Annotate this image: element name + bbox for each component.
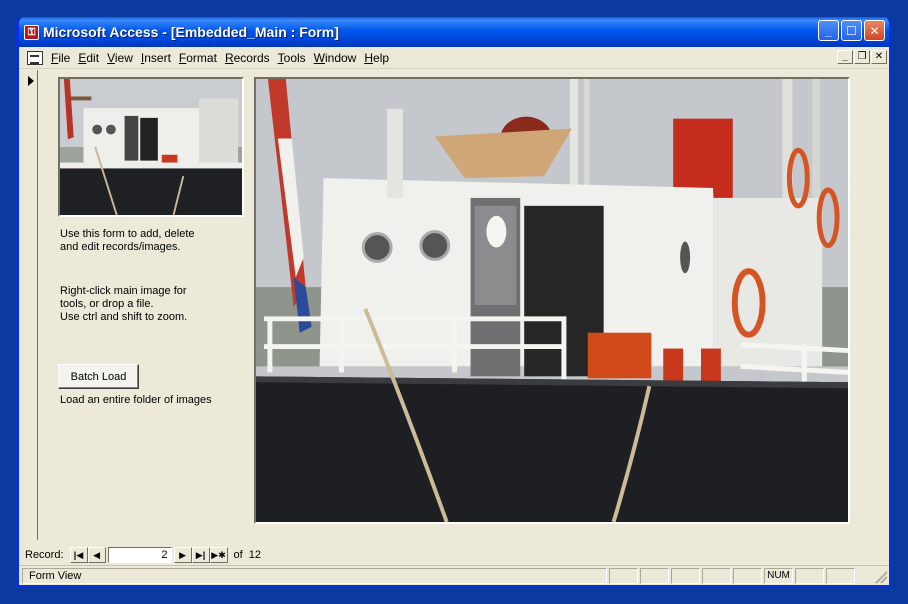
maximize-icon: ☐: [846, 23, 857, 38]
record-navigation-bar: Record: |◀ ◀ 2 ▶ ▶| ▶✱ of 12: [25, 546, 261, 564]
previous-record-icon: ◀: [93, 549, 100, 560]
close-button[interactable]: ✕: [864, 20, 885, 41]
instructions-edit: Use this form to add, delete and edit re…: [60, 228, 195, 253]
resize-grip-icon[interactable]: [875, 571, 887, 583]
window-title: Microsoft Access - [Embedded_Main : Form…: [43, 24, 339, 40]
status-cell-8: [826, 567, 855, 584]
first-record-button[interactable]: |◀: [69, 547, 88, 563]
last-record-button[interactable]: ▶|: [191, 547, 210, 563]
mdi-close-button[interactable]: ✕: [871, 50, 887, 64]
record-selector[interactable]: [19, 70, 38, 540]
thumbnail-image[interactable]: [58, 77, 244, 217]
ship-thumbnail-picture: [60, 79, 242, 215]
menu-tools[interactable]: Tools: [274, 51, 310, 65]
menu-bar: File Edit View Insert Format Records Too…: [19, 47, 889, 69]
current-record-arrow-icon: [28, 76, 34, 86]
status-cell-7: [795, 567, 824, 584]
of-label: of: [233, 549, 243, 561]
minimize-button[interactable]: _: [818, 20, 839, 41]
menu-window[interactable]: Window: [310, 51, 361, 65]
mdi-minimize-button[interactable]: _: [837, 50, 853, 64]
new-record-button[interactable]: ▶✱: [209, 547, 228, 563]
num-lock-indicator: NUM: [764, 567, 793, 584]
access-key-icon[interactable]: ⚿: [24, 24, 39, 40]
record-label: Record:: [25, 549, 64, 561]
close-icon: ✕: [869, 23, 880, 38]
menu-help[interactable]: Help: [360, 51, 393, 65]
previous-record-button[interactable]: ◀: [87, 547, 106, 563]
total-records: 12: [248, 549, 261, 561]
last-record-icon: ▶|: [195, 549, 206, 560]
status-cell-1: [609, 567, 638, 584]
batch-load-description: Load an entire folder of images: [60, 394, 212, 406]
status-cell-2: [640, 567, 669, 584]
new-record-icon: ▶✱: [211, 549, 226, 560]
status-bar: Form View NUM: [19, 565, 889, 585]
minimize-icon: _: [825, 23, 832, 38]
title-bar[interactable]: ⚿ Microsoft Access - [Embedded_Main : Fo…: [19, 17, 889, 47]
mdi-restore-button[interactable]: ❐: [854, 50, 870, 64]
next-record-icon: ▶: [179, 549, 186, 560]
form-icon[interactable]: [27, 50, 43, 65]
first-record-icon: |◀: [73, 549, 84, 560]
menu-edit[interactable]: Edit: [74, 51, 103, 65]
status-view: Form View: [22, 567, 607, 584]
instructions-tools: Right-click main image for tools, or dro…: [60, 285, 188, 323]
ship-main-picture: [256, 79, 848, 522]
status-cell-5: [733, 567, 762, 584]
menu-insert[interactable]: Insert: [137, 51, 175, 65]
menu-records[interactable]: Records: [221, 51, 274, 65]
record-number-input[interactable]: 2: [107, 547, 172, 563]
batch-load-button[interactable]: Batch Load: [58, 364, 139, 389]
access-window: ⚿ Microsoft Access - [Embedded_Main : Fo…: [16, 17, 892, 588]
main-image[interactable]: [254, 77, 850, 524]
next-record-button[interactable]: ▶: [173, 547, 192, 563]
status-cell-3: [671, 567, 700, 584]
status-cell-4: [702, 567, 731, 584]
menu-file[interactable]: File: [47, 51, 74, 65]
maximize-button[interactable]: ☐: [841, 20, 862, 41]
menu-view[interactable]: View: [103, 51, 137, 65]
menu-format[interactable]: Format: [175, 51, 221, 65]
